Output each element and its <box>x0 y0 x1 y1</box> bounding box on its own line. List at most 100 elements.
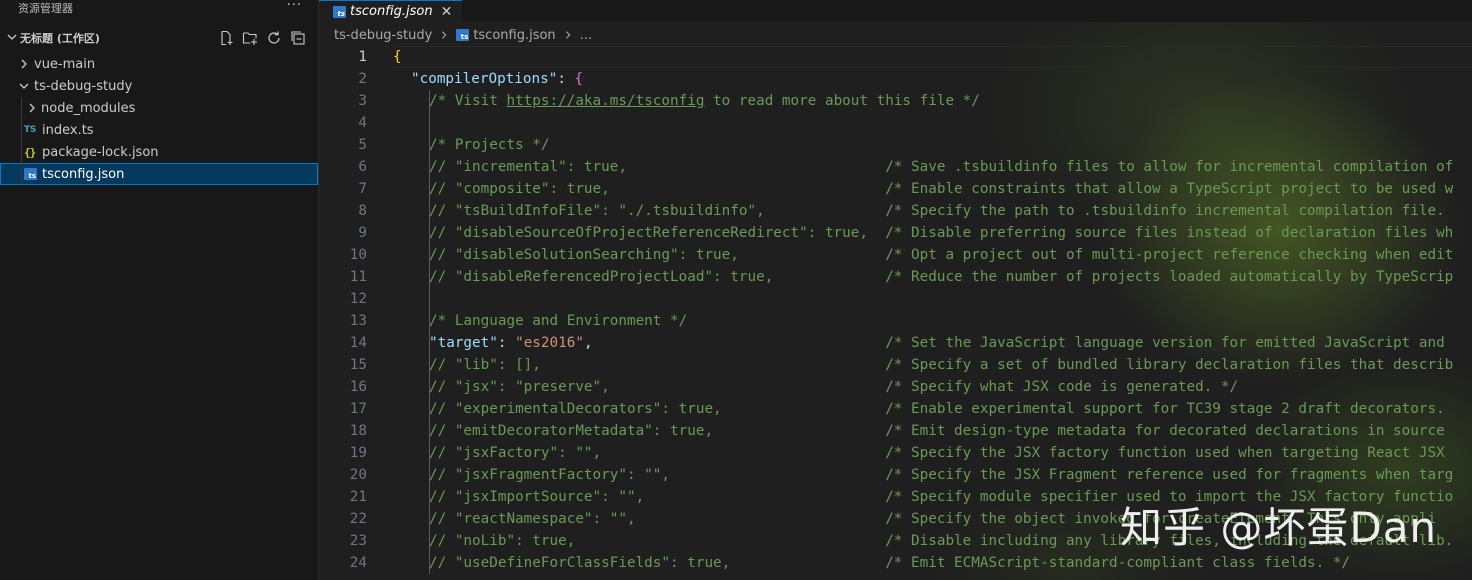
code-line: 9 // "disableSourceOfProjectReferenceRed… <box>319 222 1472 244</box>
line-number: 4 <box>358 115 367 131</box>
line-text: "target": "es2016", /* Set the JavaScrip… <box>429 335 1445 351</box>
tab-label: tsconfig.json <box>350 4 433 19</box>
tree-file-index-ts[interactable]: TS index.ts <box>0 119 318 141</box>
line-number: 22 <box>349 511 367 527</box>
workspace-header[interactable]: 无标题 (工作区) <box>0 15 318 53</box>
line-text: // "experimentalDecorators": true, /* En… <box>429 401 1445 417</box>
code-line: 12 <box>319 288 1472 310</box>
tree-item-label: ts-debug-study <box>34 78 133 94</box>
workspace-name: 无标题 (工作区) <box>20 32 100 45</box>
tree-item-label: tsconfig.json <box>42 166 125 182</box>
chevron-down-icon[interactable] <box>16 80 32 92</box>
line-text: // "composite": true, /* Enable constrai… <box>429 181 1454 197</box>
line-text: /* Projects */ <box>429 137 550 153</box>
tree-folder-node-modules[interactable]: node_modules <box>0 97 318 119</box>
explorer-title: 资源管理器 <box>18 1 73 15</box>
line-text: // "incremental": true, /* Save .tsbuild… <box>429 159 1454 175</box>
code-line: 19 // "jsxFactory": "", /* Specify the J… <box>319 442 1472 464</box>
tree-file-tsconfig-json[interactable]: ts tsconfig.json <box>0 163 318 185</box>
line-number: 2 <box>358 71 367 87</box>
close-icon[interactable]: ✕ <box>441 4 453 20</box>
code-line: 17 // "experimentalDecorators": true, /*… <box>319 398 1472 420</box>
line-number: 3 <box>358 93 367 109</box>
brace: { <box>574 71 584 87</box>
line-number: 20 <box>349 467 367 483</box>
indent-guide <box>429 112 430 134</box>
line-text: // "disableReferencedProjectLoad": true,… <box>429 269 1454 285</box>
code-line: 15 // "lib": [], /* Specify a set of bun… <box>319 354 1472 376</box>
tree-folder-ts-debug-study[interactable]: ts-debug-study <box>0 75 318 97</box>
workspace-actions <box>218 30 306 46</box>
code-line: 2 "compilerOptions": { <box>319 68 1472 90</box>
code-line: 8 // "tsBuildInfoFile": "./.tsbuildinfo"… <box>319 200 1472 222</box>
new-file-icon[interactable] <box>218 30 234 46</box>
json-file-icon: {} <box>24 145 36 159</box>
json-key: "compilerOptions" <box>411 71 558 87</box>
line-number: 1 <box>358 49 367 65</box>
indent-guide <box>21 119 22 141</box>
line-text: // "lib": [], /* Specify a set of bundle… <box>429 357 1454 373</box>
chevron-right-icon <box>442 31 447 39</box>
breadcrumb-rest[interactable]: ... <box>580 28 592 43</box>
comment: to read more about this file */ <box>704 93 980 109</box>
tree-item-label: vue-main <box>34 56 96 72</box>
comment: /* Set the JavaScript language version f… <box>592 335 1445 351</box>
line-text: // "jsx": "preserve", /* Specify what JS… <box>429 379 1239 395</box>
line-text: // "disableSolutionSearching": true, /* … <box>429 247 1454 263</box>
tree-item-label: package-lock.json <box>42 144 159 160</box>
json-string: "es2016" <box>515 335 584 351</box>
explorer-title-bar: 资源管理器 ··· <box>0 0 318 15</box>
comment-link[interactable]: https://aka.ms/tsconfig <box>506 93 704 109</box>
breadcrumb-file[interactable]: tsconfig.json <box>473 28 555 43</box>
new-folder-icon[interactable] <box>242 30 258 46</box>
indent-guide <box>21 163 22 185</box>
line-text: // "useDefineForClassFields": true, /* E… <box>429 555 1350 571</box>
tab-bar: ts tsconfig.json ✕ <box>319 0 1472 22</box>
line-number: 15 <box>349 357 367 373</box>
code-line: 6 // "incremental": true, /* Save .tsbui… <box>319 156 1472 178</box>
tree-folder-vue-main[interactable]: vue-main <box>0 53 318 75</box>
breadcrumb: ts-debug-study ts tsconfig.json ... <box>319 22 592 48</box>
line-text: // "disableSourceOfProjectReferenceRedir… <box>429 225 1454 241</box>
collapse-all-icon[interactable] <box>290 30 306 46</box>
line-text: // "jsxFragmentFactory": "", /* Specify … <box>429 467 1454 483</box>
code-line: 16 // "jsx": "preserve", /* Specify what… <box>319 376 1472 398</box>
code-line: 1 { <box>319 46 1472 68</box>
line-text: /* Visit https://aka.ms/tsconfig to read… <box>429 93 980 109</box>
line-number: 10 <box>349 247 367 263</box>
line-number: 13 <box>349 313 367 329</box>
line-number: 11 <box>349 269 367 285</box>
tree-file-package-lock-json[interactable]: {} package-lock.json <box>0 141 318 163</box>
indent-guide <box>21 97 22 119</box>
line-number: 23 <box>349 533 367 549</box>
explorer-sidebar: 资源管理器 ··· 无标题 (工作区) vue-main ts-debug-st… <box>0 0 319 580</box>
code-line: 3 /* Visit https://aka.ms/tsconfig to re… <box>319 90 1472 112</box>
tsconfig-file-icon: ts <box>456 29 470 41</box>
chevron-right-icon[interactable] <box>16 58 32 70</box>
indent-guide <box>21 141 22 163</box>
more-actions-button[interactable]: ··· <box>287 0 302 12</box>
json-punct: , <box>583 335 593 351</box>
json-punct: : <box>497 335 516 351</box>
line-number: 24 <box>349 555 367 571</box>
tree-item-label: node_modules <box>41 100 136 116</box>
code-line: 24 // "useDefineForClassFields": true, /… <box>319 552 1472 574</box>
code-line: 20 // "jsxFragmentFactory": "", /* Speci… <box>319 464 1472 486</box>
refresh-icon[interactable] <box>266 30 282 46</box>
json-punct: : <box>557 71 575 87</box>
breadcrumb-folder[interactable]: ts-debug-study <box>334 28 432 43</box>
code-line: 4 <box>319 112 1472 134</box>
code-line: 7 // "composite": true, /* Enable constr… <box>319 178 1472 200</box>
code-line: 18 // "emitDecoratorMetadata": true, /* … <box>319 420 1472 442</box>
chevron-right-icon[interactable] <box>24 102 40 114</box>
line-number: 21 <box>349 489 367 505</box>
line-number: 18 <box>349 423 367 439</box>
tsconfig-file-icon: ts <box>333 5 346 18</box>
line-number: 9 <box>358 225 367 241</box>
chevron-down-icon[interactable] <box>4 31 20 46</box>
tab-tsconfig-json[interactable]: ts tsconfig.json ✕ <box>319 0 463 22</box>
indent-guide <box>429 288 430 310</box>
tsconfig-file-icon: ts <box>24 168 40 180</box>
line-text: // "emitDecoratorMetadata": true, /* Emi… <box>429 423 1445 439</box>
tree-item-label: index.ts <box>42 122 94 138</box>
